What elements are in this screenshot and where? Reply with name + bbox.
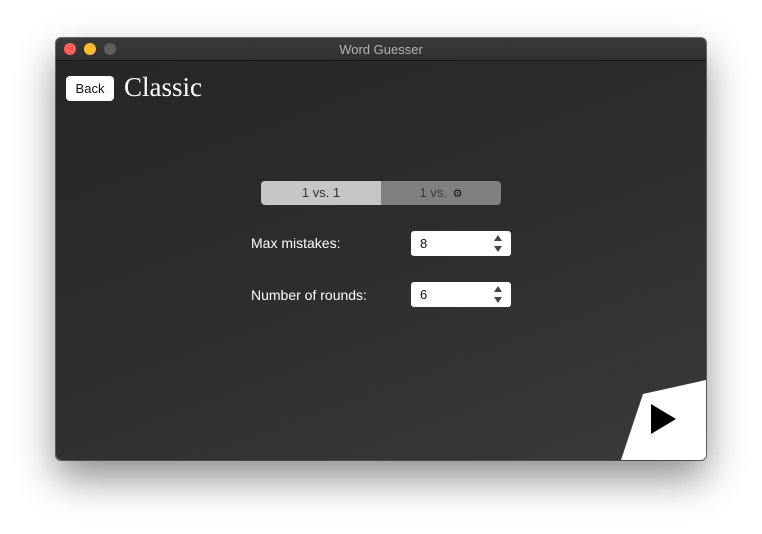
play-button[interactable] xyxy=(621,380,706,460)
back-button[interactable]: Back xyxy=(66,76,114,101)
chip-icon: ⚙ xyxy=(452,188,463,200)
rounds-label: Number of rounds: xyxy=(251,287,367,303)
max-mistakes-decrement[interactable] xyxy=(494,246,502,252)
max-mistakes-value[interactable]: 8 xyxy=(420,236,427,251)
rounds-value[interactable]: 6 xyxy=(420,287,427,302)
mode-option-1v1[interactable]: 1 vs. 1 xyxy=(261,181,381,205)
max-mistakes-label: Max mistakes: xyxy=(251,235,341,251)
mode-option-1vcpu[interactable]: 1 vs. ⚙ xyxy=(381,181,501,205)
app-window: Word Guesser Back Classic 1 vs. 1 1 vs. … xyxy=(56,38,706,460)
rounds-stepper[interactable]: 6 xyxy=(411,282,511,307)
rounds-decrement[interactable] xyxy=(494,297,502,303)
mode-option-1v1-label: 1 vs. 1 xyxy=(301,185,341,200)
page-title: Classic xyxy=(124,72,202,102)
rounds-increment[interactable] xyxy=(494,286,502,292)
mode-segmented-control: 1 vs. 1 1 vs. ⚙ xyxy=(261,181,501,205)
mode-option-1vcpu-label: 1 vs. xyxy=(419,185,447,200)
title-bar: Word Guesser xyxy=(56,38,706,61)
max-mistakes-increment[interactable] xyxy=(494,235,502,241)
max-mistakes-stepper[interactable]: 8 xyxy=(411,231,511,256)
window-title: Word Guesser xyxy=(339,42,423,57)
